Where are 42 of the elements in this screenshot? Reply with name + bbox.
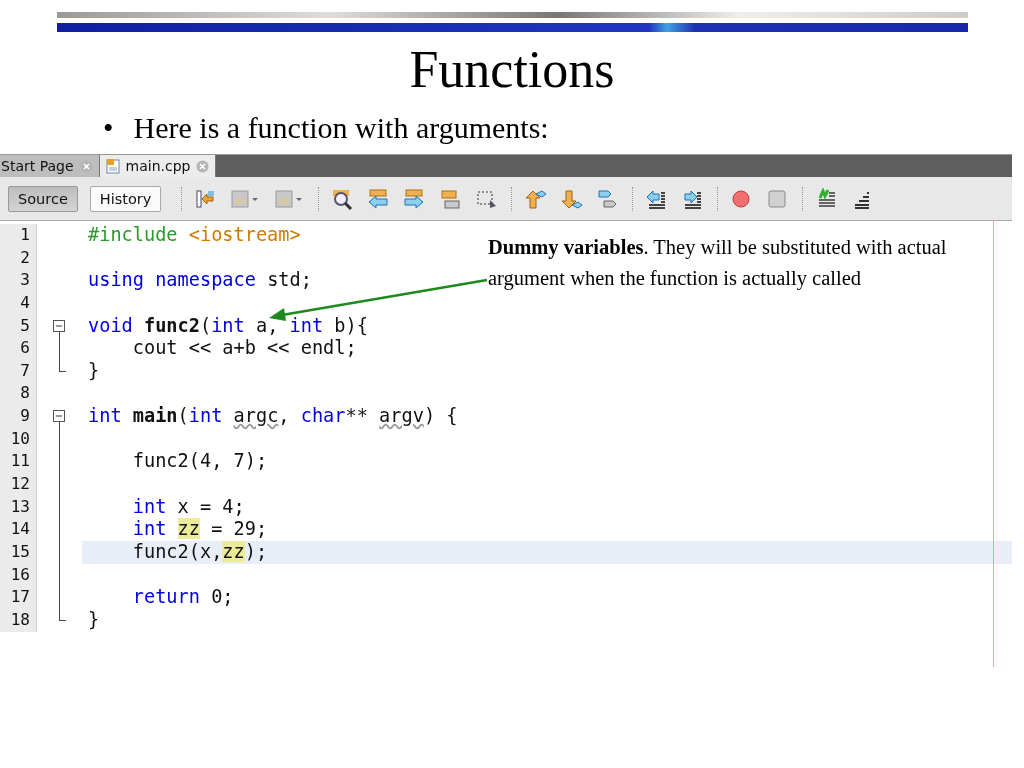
line-number: 2 (0, 246, 37, 270)
line-number: 4 (0, 291, 37, 315)
code-line: } (88, 608, 100, 630)
line-number: 10 (0, 427, 37, 451)
file-icon (105, 158, 120, 174)
code-line: cout << a+b << endl; (131, 337, 357, 359)
line-number: 8 (0, 382, 37, 406)
code-line: func2(4, 7); (131, 450, 268, 472)
editor-tab[interactable]: main.cpp (99, 155, 217, 177)
view-button[interactable]: Source (8, 185, 78, 212)
collapse-icon[interactable] (53, 319, 65, 332)
bullet-text: Here is a function with arguments: (133, 110, 549, 146)
code-line: int main(int argc, char** argv) { (88, 405, 458, 427)
line-number: 9 (0, 405, 37, 428)
slide-title: Functions (408, 40, 616, 100)
editor-tab[interactable]: Start Page (0, 155, 100, 177)
line-number: 5 (0, 314, 37, 338)
bullet-mark: • (103, 110, 114, 146)
code-line: func2(x,zz); (131, 540, 268, 562)
code-line: using namespace std; (88, 269, 312, 291)
collapse-icon[interactable] (53, 410, 65, 423)
line-number: 17 (0, 586, 37, 609)
code-line: } (88, 359, 100, 381)
down-arrow-icon[interactable] (560, 187, 585, 210)
code-line: #include <iostream> (88, 224, 301, 245)
line-number: 11 (0, 450, 37, 474)
line-number: 15 (0, 540, 37, 564)
line-number: 1 (0, 224, 37, 247)
line-number: 6 (0, 337, 37, 360)
line-number: 7 (0, 359, 37, 383)
code-line: int x = 4; (131, 495, 245, 517)
code-line: void func2(int a, int b){ (88, 314, 368, 336)
annotation-text: Dummy variables. They will be substituted with actual argument when the function is actually called (488, 235, 948, 292)
line-number: 16 (0, 563, 37, 587)
code-line: int zz = 29; (131, 518, 268, 540)
line-number: 12 (0, 473, 37, 496)
line-number: 3 (0, 269, 37, 292)
code-line: return 0; (131, 586, 234, 608)
line-number: 13 (0, 495, 37, 519)
view-button[interactable]: History (89, 185, 162, 212)
line-number: 18 (0, 608, 37, 632)
line-number: 14 (0, 518, 37, 541)
